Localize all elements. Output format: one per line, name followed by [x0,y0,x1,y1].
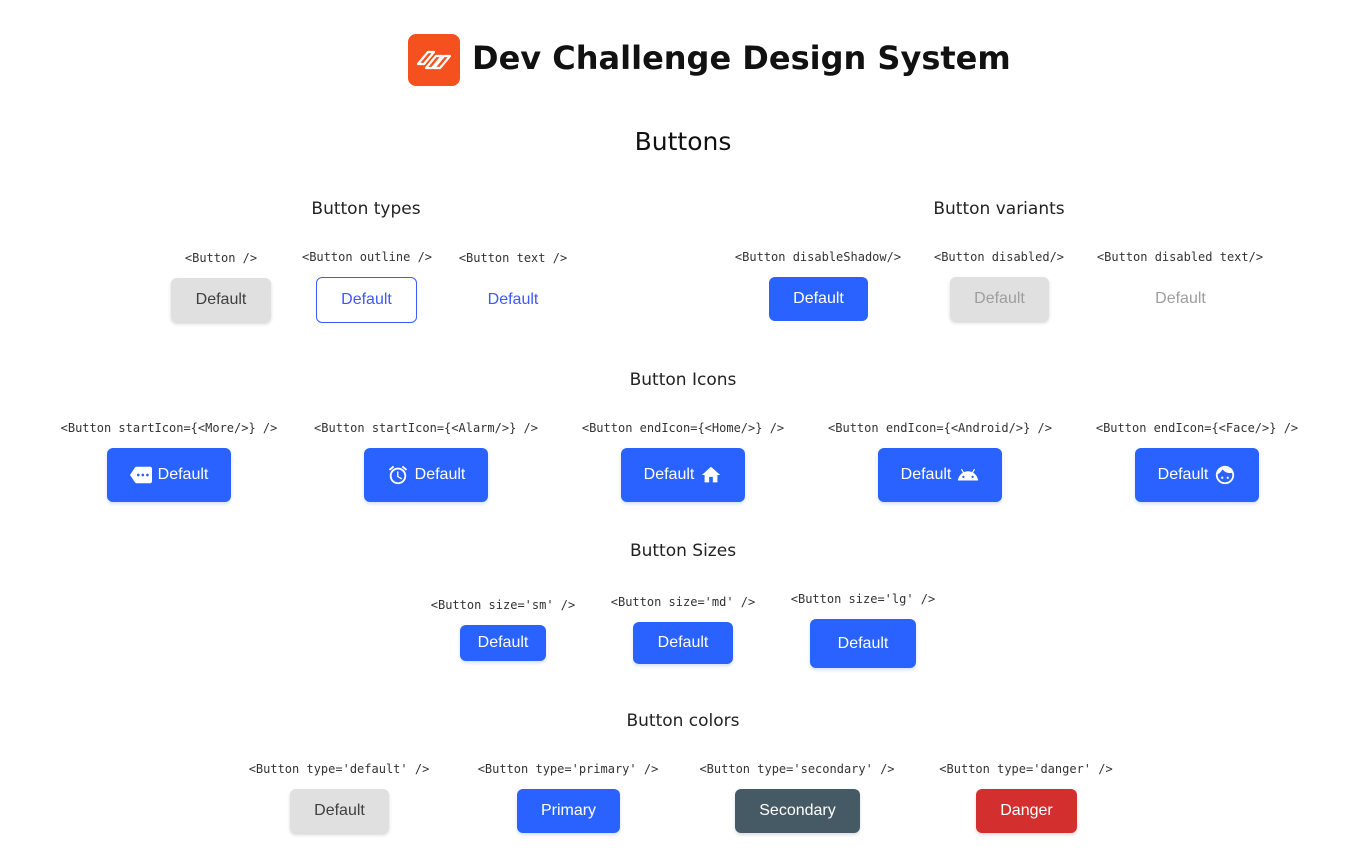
button-label: Default [414,466,466,483]
code-label: <Button size='sm' /> [430,598,576,612]
danger-button[interactable]: Danger [976,789,1077,833]
app-logo [408,34,460,86]
disabled-text-button: Default [1131,277,1230,321]
code-label: <Button type='primary' /> [477,762,659,776]
large-button[interactable]: Default [810,619,916,668]
section-title-icons: Button Icons [629,370,737,390]
page-title: Buttons [634,127,732,156]
home-icon-button[interactable]: Default [621,448,745,502]
default-color-button[interactable]: Default [290,789,389,833]
primary-button[interactable]: Primary [517,789,620,833]
button-label: Default [900,466,952,483]
section-title-sizes: Button Sizes [629,541,737,561]
code-label: <Button endIcon={<Home/>} /> [581,421,785,435]
section-title-types: Button types [311,199,421,219]
code-label: <Button size='md' /> [610,595,756,609]
outline-button[interactable]: Default [316,277,417,323]
home-icon [700,464,722,486]
android-icon [957,464,979,486]
more-icon-button[interactable]: Default [107,448,231,502]
button-label: Default [643,466,695,483]
text-button[interactable]: Default [463,278,563,322]
small-button[interactable]: Default [460,625,546,661]
code-label: <Button text /> [458,251,568,265]
code-label: <Button outline /> [301,250,433,264]
android-icon-button[interactable]: Default [878,448,1002,502]
code-label: <Button disableShadow/> [734,250,902,264]
alarm-icon [387,464,409,486]
code-label: <Button startIcon={<More/>} /> [60,421,278,435]
secondary-button[interactable]: Secondary [735,789,860,833]
face-icon [1214,464,1236,486]
disabled-button: Default [950,277,1049,321]
medium-button[interactable]: Default [633,622,733,664]
code-label: <Button endIcon={<Face/>} /> [1095,421,1299,435]
button-label: Default [157,466,209,483]
section-title-variants: Button variants [933,199,1065,219]
button-label: Default [1157,466,1209,483]
code-label: <Button disabled/> [933,250,1065,264]
section-title-colors: Button colors [626,711,740,731]
logo-icon [416,50,452,70]
more-icon [129,464,152,486]
code-label: <Button /> [184,251,258,265]
code-label: <Button type='secondary' /> [699,762,895,776]
code-label: <Button startIcon={<Alarm/>} /> [314,421,538,435]
code-label: <Button type='default' /> [248,762,430,776]
face-icon-button[interactable]: Default [1135,448,1259,502]
code-label: <Button disabled text/> [1096,250,1264,264]
default-button[interactable]: Default [171,278,271,322]
code-label: <Button type='danger' /> [939,762,1113,776]
alarm-icon-button[interactable]: Default [364,448,488,502]
code-label: <Button size='lg' /> [790,592,936,606]
app-title: Dev Challenge Design System [472,39,1011,77]
disable-shadow-button[interactable]: Default [769,277,868,321]
code-label: <Button endIcon={<Android/>} /> [828,421,1052,435]
